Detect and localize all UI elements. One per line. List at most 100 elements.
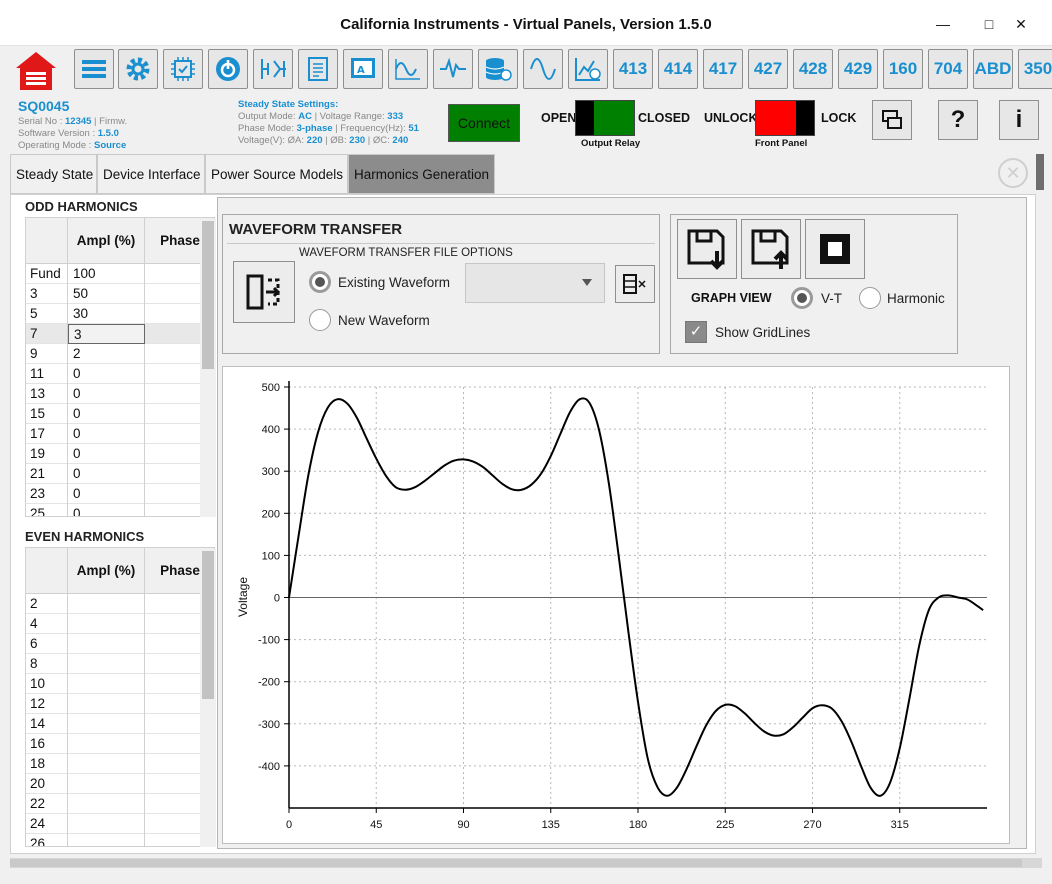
- even-ampl-cell[interactable]: [68, 734, 145, 754]
- table-row[interactable]: 15 0: [26, 404, 214, 424]
- waveform-file-dropdown[interactable]: [465, 263, 605, 303]
- clear-waveform-button[interactable]: [615, 265, 655, 303]
- save-download-button[interactable]: [677, 219, 737, 279]
- even-ampl-cell[interactable]: [68, 614, 145, 634]
- window-layout-button[interactable]: [872, 100, 912, 140]
- table-row[interactable]: Fund 100: [26, 264, 214, 284]
- display-button[interactable]: A: [343, 49, 383, 89]
- odd-ampl-cell[interactable]: 3: [68, 324, 145, 344]
- odd-ampl-cell[interactable]: 100: [68, 264, 145, 284]
- horizontal-scrollbar[interactable]: [10, 858, 1042, 868]
- model-428-button[interactable]: 428: [793, 49, 833, 89]
- document-button[interactable]: [298, 49, 338, 89]
- odd-ampl-cell[interactable]: 0: [68, 484, 145, 504]
- table-row[interactable]: 22: [26, 794, 214, 814]
- graph-timer-button[interactable]: [568, 49, 608, 89]
- table-row[interactable]: 11 0: [26, 364, 214, 384]
- even-ampl-cell[interactable]: [68, 754, 145, 774]
- tab-steady-state[interactable]: Steady State: [10, 154, 97, 194]
- table-row[interactable]: 8: [26, 654, 214, 674]
- existing-waveform-radio[interactable]: [309, 271, 331, 293]
- even-ampl-cell[interactable]: [68, 594, 145, 614]
- table-row[interactable]: 5 30: [26, 304, 214, 324]
- even-ampl-cell[interactable]: [68, 834, 145, 846]
- sine-wave-button[interactable]: [523, 49, 563, 89]
- output-relay-toggle[interactable]: [575, 100, 635, 136]
- even-ampl-cell[interactable]: [68, 794, 145, 814]
- table-row[interactable]: 21 0: [26, 464, 214, 484]
- tab-power-source-models[interactable]: Power Source Models: [205, 154, 348, 194]
- table-row[interactable]: 23 0: [26, 484, 214, 504]
- settings-button[interactable]: [118, 49, 158, 89]
- table-row[interactable]: 12: [26, 694, 214, 714]
- model-abd-button[interactable]: ABD: [973, 49, 1013, 89]
- waveform-transfer-button[interactable]: [233, 261, 295, 323]
- model-413-button[interactable]: 413: [613, 49, 653, 89]
- side-panel-handle[interactable]: [1036, 154, 1044, 190]
- model-704-button[interactable]: 704: [928, 49, 968, 89]
- odd-ampl-cell[interactable]: 0: [68, 424, 145, 444]
- front-panel-lock-toggle[interactable]: [755, 100, 815, 136]
- table-row[interactable]: 73: [26, 324, 214, 344]
- info-button[interactable]: i: [999, 100, 1039, 140]
- odd-ampl-cell[interactable]: 2: [68, 344, 145, 364]
- waveform-button[interactable]: [388, 49, 428, 89]
- odd-ampl-cell[interactable]: 0: [68, 504, 145, 516]
- model-429-button[interactable]: 429: [838, 49, 878, 89]
- model-427-button[interactable]: 427: [748, 49, 788, 89]
- close-tab-icon[interactable]: ✕: [998, 158, 1028, 188]
- table-row[interactable]: 26: [26, 834, 214, 846]
- maximize-button[interactable]: □: [974, 13, 1004, 35]
- even-ampl-cell[interactable]: [68, 634, 145, 654]
- even-ampl-cell[interactable]: [68, 654, 145, 674]
- odd-ampl-cell[interactable]: 50: [68, 284, 145, 304]
- model-350-button[interactable]: 350: [1018, 49, 1052, 89]
- odd-ampl-cell[interactable]: 30: [68, 304, 145, 324]
- even-ampl-cell[interactable]: [68, 774, 145, 794]
- table-row[interactable]: 20: [26, 774, 214, 794]
- odd-ampl-cell[interactable]: 0: [68, 404, 145, 424]
- database-button[interactable]: [478, 49, 518, 89]
- table-row[interactable]: 17 0: [26, 424, 214, 444]
- model-417-button[interactable]: 417: [703, 49, 743, 89]
- table-row[interactable]: 6: [26, 634, 214, 654]
- connect-button[interactable]: Connect: [448, 104, 520, 142]
- harmonic-view-radio[interactable]: [859, 287, 881, 309]
- table-row[interactable]: 24: [26, 814, 214, 834]
- odd-ampl-cell[interactable]: 0: [68, 364, 145, 384]
- even-ampl-cell[interactable]: [68, 714, 145, 734]
- tab-harmonics-generation[interactable]: Harmonics Generation: [348, 154, 495, 194]
- odd-ampl-cell[interactable]: 0: [68, 384, 145, 404]
- table-row[interactable]: 16: [26, 734, 214, 754]
- odd-ampl-cell[interactable]: 0: [68, 464, 145, 484]
- minimize-button[interactable]: —: [928, 13, 958, 35]
- table-row[interactable]: 13 0: [26, 384, 214, 404]
- pulse-button[interactable]: [433, 49, 473, 89]
- table-row[interactable]: 2: [26, 594, 214, 614]
- table-row[interactable]: 18: [26, 754, 214, 774]
- table-row[interactable]: 25 0: [26, 504, 214, 516]
- even-ampl-cell[interactable]: [68, 674, 145, 694]
- even-table-scrollbar[interactable]: [200, 549, 216, 847]
- odd-ampl-cell[interactable]: 0: [68, 444, 145, 464]
- table-row[interactable]: 4: [26, 614, 214, 634]
- table-row[interactable]: 10: [26, 674, 214, 694]
- chip-button[interactable]: [163, 49, 203, 89]
- home-button[interactable]: [14, 50, 58, 92]
- model-414-button[interactable]: 414: [658, 49, 698, 89]
- close-window-button[interactable]: ✕: [1006, 13, 1036, 35]
- help-button[interactable]: ?: [938, 100, 978, 140]
- table-row[interactable]: 92: [26, 344, 214, 364]
- even-ampl-cell[interactable]: [68, 694, 145, 714]
- model-160-button[interactable]: 160: [883, 49, 923, 89]
- tab-device-interface[interactable]: Device Interface: [97, 154, 205, 194]
- table-row[interactable]: 14: [26, 714, 214, 734]
- menu-button[interactable]: [74, 49, 114, 89]
- power-button[interactable]: [208, 49, 248, 89]
- new-waveform-radio[interactable]: [309, 309, 331, 331]
- show-gridlines-checkbox[interactable]: ✓: [685, 321, 707, 343]
- table-row[interactable]: 19 0: [26, 444, 214, 464]
- circuit-button[interactable]: [253, 49, 293, 89]
- even-ampl-cell[interactable]: [68, 814, 145, 834]
- save-upload-button[interactable]: [741, 219, 801, 279]
